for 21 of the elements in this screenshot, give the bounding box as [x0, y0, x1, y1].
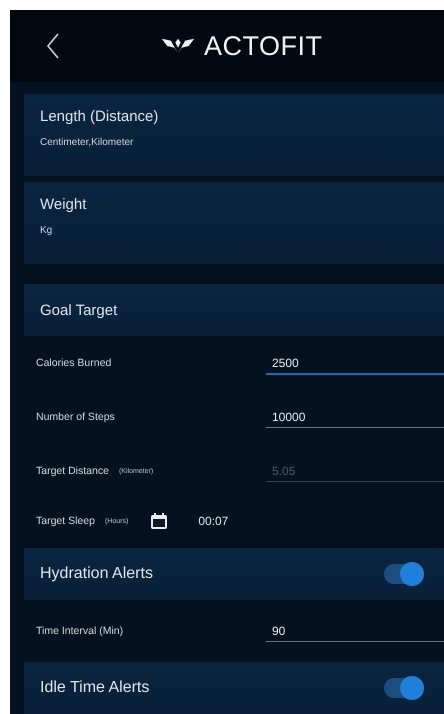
- alert-title: Hydration Alerts: [40, 565, 153, 583]
- field-label: Number of Steps: [36, 411, 115, 423]
- unit-card[interactable]: Length (Distance) Centimeter,Kilometer: [24, 94, 444, 176]
- alert-title: Idle Time Alerts: [40, 679, 150, 697]
- section-title: Goal Target: [40, 302, 118, 318]
- app-title: ACTOFIT: [204, 30, 323, 62]
- unit-value: Kg: [40, 225, 54, 236]
- time-value[interactable]: 00:07: [198, 514, 228, 528]
- unit-title: Weight: [40, 196, 88, 213]
- input-field[interactable]: 2500: [266, 352, 444, 374]
- field-label: Target Sleep: [36, 515, 95, 527]
- back-icon[interactable]: [46, 32, 60, 60]
- input-field[interactable]: 90: [266, 620, 444, 642]
- field-label: Time Interval (Min): [36, 625, 124, 637]
- field-label: Target Distance: [36, 465, 109, 477]
- calendar-icon[interactable]: [150, 512, 168, 530]
- unit-value: Centimeter,Kilometer: [40, 137, 134, 148]
- field-label: Calories Burned: [36, 357, 112, 369]
- unit-card[interactable]: Weight Kg: [24, 182, 444, 264]
- input-field[interactable]: 10000: [266, 406, 444, 428]
- unit-title: Length (Distance): [40, 108, 160, 125]
